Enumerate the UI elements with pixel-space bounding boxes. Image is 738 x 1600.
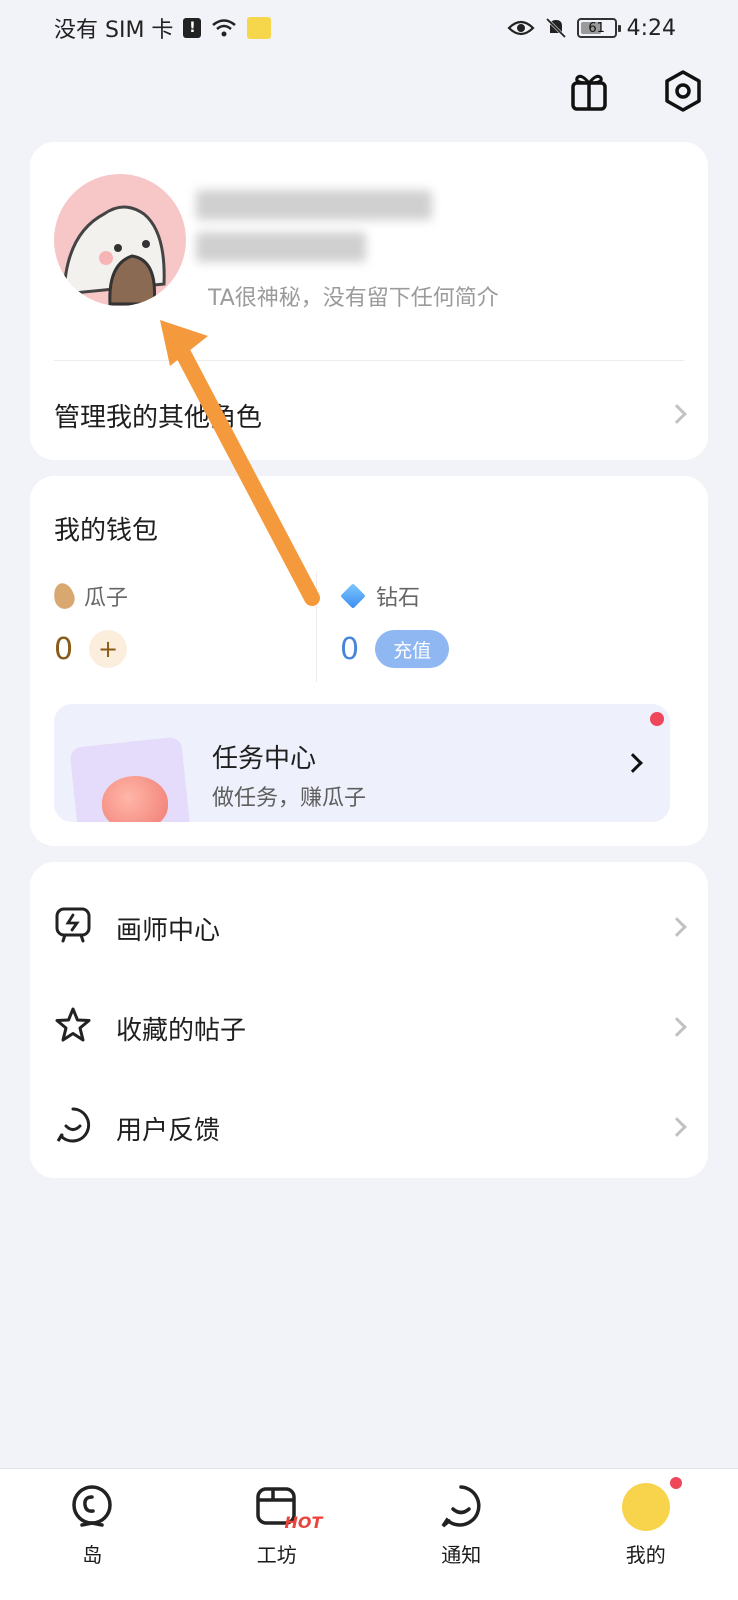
task-center-title: 任务中心	[212, 744, 317, 774]
battery-level: 61	[588, 20, 605, 36]
chevron-right-icon	[667, 404, 687, 424]
task-center-subtitle: 做任务，赚瓜子	[212, 786, 367, 811]
wallet-card: 我的钱包 瓜子 0 + 钻石 0 充值 任务中心 做任务，赚瓜子	[30, 476, 708, 846]
feedback-icon	[56, 1107, 91, 1143]
menu-card: 画师中心 收藏的帖子 用户反馈	[30, 862, 708, 1178]
tab-island[interactable]: 岛	[0, 1469, 185, 1600]
bottom-tab-bar: 岛 HOT 工坊 通知 我的	[0, 1468, 738, 1600]
seeds-label-row: 瓜子	[50, 580, 129, 612]
diamonds-label-row: 钻石	[340, 580, 449, 612]
status-right: 61 4:24	[507, 16, 676, 41]
diamonds-value-row: 0 充值	[340, 630, 450, 668]
tab-workshop[interactable]: HOT 工坊	[185, 1469, 370, 1600]
menu-item-feedback[interactable]: 用户反馈	[30, 1070, 708, 1170]
me-avatar-icon	[621, 1483, 670, 1531]
battery-icon: 61	[576, 18, 621, 38]
menu-item-favorites[interactable]: 收藏的帖子	[30, 970, 708, 1070]
top-actions	[564, 66, 708, 116]
seed-icon	[50, 580, 78, 612]
tab-label: 通知	[441, 1543, 482, 1567]
menu-item-label: 用户反馈	[116, 1116, 221, 1146]
status-bar: 没有 SIM 卡 ! 61 4:24	[0, 0, 738, 56]
chevron-right-icon	[623, 753, 643, 773]
wifi-icon	[212, 19, 237, 37]
carrier-text: 没有 SIM 卡	[54, 18, 174, 43]
profile-bio: TA很神秘，没有留下任何简介	[208, 286, 499, 311]
profile-card: TA很神秘，没有留下任何简介 管理我的其他角色	[30, 142, 708, 460]
heart-icon	[102, 776, 168, 822]
clock: 4:24	[626, 15, 676, 41]
notification-icon	[441, 1485, 481, 1528]
tab-notifications[interactable]: 通知	[369, 1469, 554, 1600]
tab-label: 岛	[82, 1543, 103, 1567]
tab-me[interactable]: 我的	[554, 1469, 738, 1600]
add-seeds-button[interactable]: +	[89, 630, 128, 668]
hamster-avatar-icon	[62, 205, 166, 306]
task-center-banner[interactable]: 任务中心 做任务，赚瓜子	[54, 704, 670, 822]
userid-redacted	[196, 232, 366, 262]
seeds-balance: 瓜子 0 +	[50, 580, 129, 668]
menu-item-label: 收藏的帖子	[116, 1016, 247, 1046]
status-left: 没有 SIM 卡 !	[54, 12, 272, 44]
seeds-label: 瓜子	[84, 586, 129, 611]
settings-icon[interactable]	[658, 66, 708, 116]
star-icon	[55, 1007, 91, 1042]
wallet-divider	[316, 572, 317, 682]
chevron-right-icon	[667, 917, 687, 937]
hot-badge: HOT	[284, 1513, 323, 1532]
diamonds-value: 0	[340, 631, 360, 667]
eye-icon	[507, 20, 535, 36]
notification-dot	[670, 1477, 682, 1489]
menu-item-artist-center[interactable]: 画师中心	[30, 870, 708, 970]
notification-dot	[650, 712, 664, 726]
seeds-value: 0	[54, 631, 74, 667]
manage-roles-label: 管理我的其他角色	[54, 403, 263, 433]
manage-roles-row[interactable]: 管理我的其他角色	[30, 361, 708, 460]
app-notification-icon	[247, 17, 272, 39]
tab-label: 我的	[625, 1543, 666, 1567]
island-icon	[72, 1485, 112, 1527]
gift-icon[interactable]	[564, 66, 614, 116]
user-avatar[interactable]	[54, 174, 186, 306]
mute-bell-icon	[545, 17, 566, 39]
diamonds-label: 钻石	[376, 586, 421, 611]
alert-badge-icon: !	[183, 18, 202, 38]
diamonds-balance: 钻石 0 充值	[340, 580, 450, 668]
chevron-right-icon	[667, 1117, 687, 1137]
seeds-value-row: 0 +	[54, 630, 128, 668]
tab-label: 工坊	[256, 1543, 297, 1567]
diamond-icon	[340, 583, 366, 609]
recharge-button[interactable]: 充值	[375, 630, 450, 668]
artist-center-icon	[55, 907, 91, 943]
menu-item-label: 画师中心	[116, 916, 221, 946]
chevron-right-icon	[667, 1017, 687, 1037]
username-redacted	[196, 190, 432, 220]
wallet-title: 我的钱包	[54, 516, 159, 546]
